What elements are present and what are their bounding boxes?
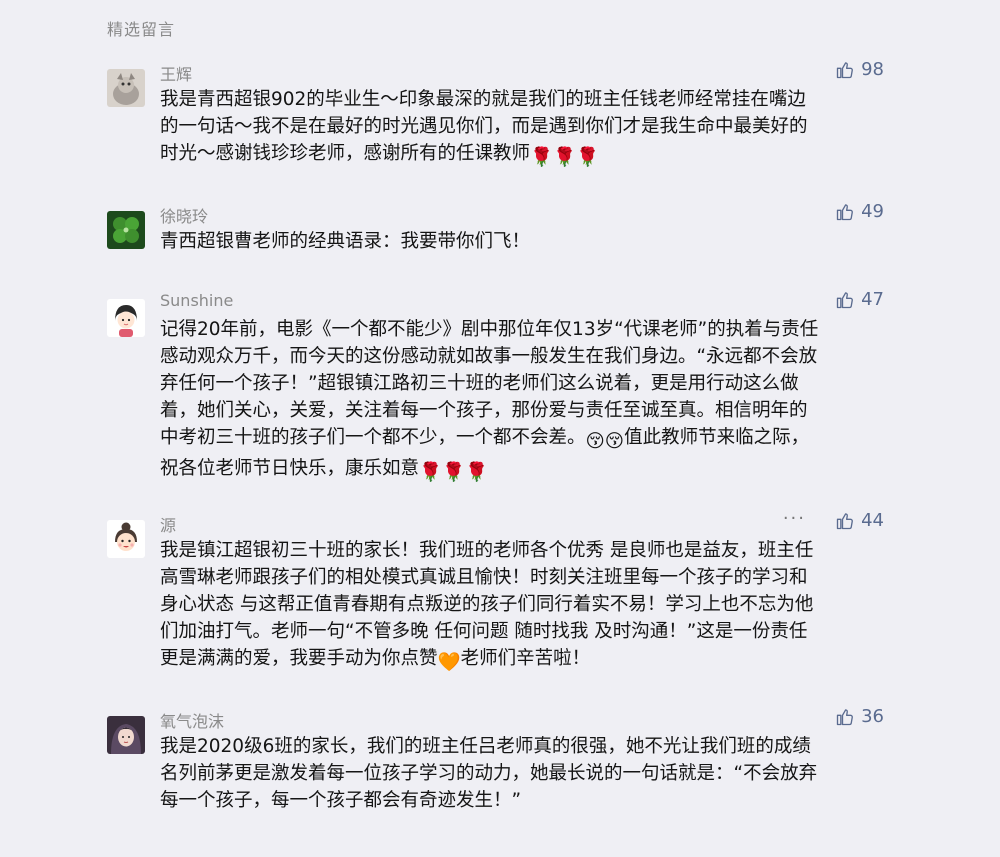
like-button[interactable]: 36 <box>835 706 884 727</box>
thumbs-up-icon <box>836 61 854 78</box>
comment-text: 我是镇江超银初三十班的家长！我们班的老师各个优秀 是良师也是益友，班主任 高雪琳… <box>160 537 895 676</box>
like-count: 98 <box>861 59 884 80</box>
comment-text: 我是2020级6班的家长，我们的班主任吕老师真的很强，她不光让我们班的成绩 名列… <box>160 736 818 811</box>
thumbs-up-icon <box>836 708 854 725</box>
more-options-icon[interactable]: ··· <box>783 508 806 529</box>
thumbs-up-icon <box>836 203 854 220</box>
commenter-name[interactable]: 源 <box>160 512 176 536</box>
like-count: 49 <box>861 201 884 222</box>
like-count: 44 <box>861 510 884 531</box>
section-title: 精选留言 <box>107 20 176 39</box>
avatar[interactable] <box>107 211 145 249</box>
avatar[interactable] <box>107 716 145 754</box>
like-button[interactable]: 98 <box>835 59 884 80</box>
comment-text: 青西超银曹老师的经典语录：我要带你们飞！ <box>160 231 531 252</box>
like-button[interactable]: 49 <box>835 201 884 222</box>
rose-emoji: 🌹🌹🌹 <box>419 462 489 483</box>
commenter-name[interactable]: 徐晓玲 <box>160 203 208 227</box>
like-count: 47 <box>861 289 884 310</box>
commenter-name[interactable]: 王辉 <box>160 61 192 85</box>
kissing-face-emoji: 😚😚 <box>585 431 625 452</box>
comment-text: 记得20年前，电影《一个都不能少》剧中那位年仅13岁“代课老师”的执着与责任 感… <box>160 316 895 486</box>
avatar[interactable] <box>107 299 145 337</box>
commenter-name[interactable]: 氧气泡沫 <box>160 708 224 732</box>
like-button[interactable]: 47 <box>835 289 884 310</box>
avatar[interactable] <box>107 69 145 107</box>
rose-emoji: 🌹🌹🌹 <box>530 147 600 168</box>
comment-text: 我是青西超银902的毕业生～印象最深的就是我们的班主任钱老师经常挂在嘴边 的一句… <box>160 86 895 171</box>
like-button[interactable]: 44 <box>835 510 884 531</box>
like-count: 36 <box>861 706 884 727</box>
thumbs-up-icon <box>836 512 854 529</box>
heart-emoji: 🧡 <box>437 652 461 673</box>
avatar[interactable] <box>107 520 145 558</box>
thumbs-up-icon <box>836 291 854 308</box>
commenter-name[interactable]: Sunshine <box>160 291 233 310</box>
